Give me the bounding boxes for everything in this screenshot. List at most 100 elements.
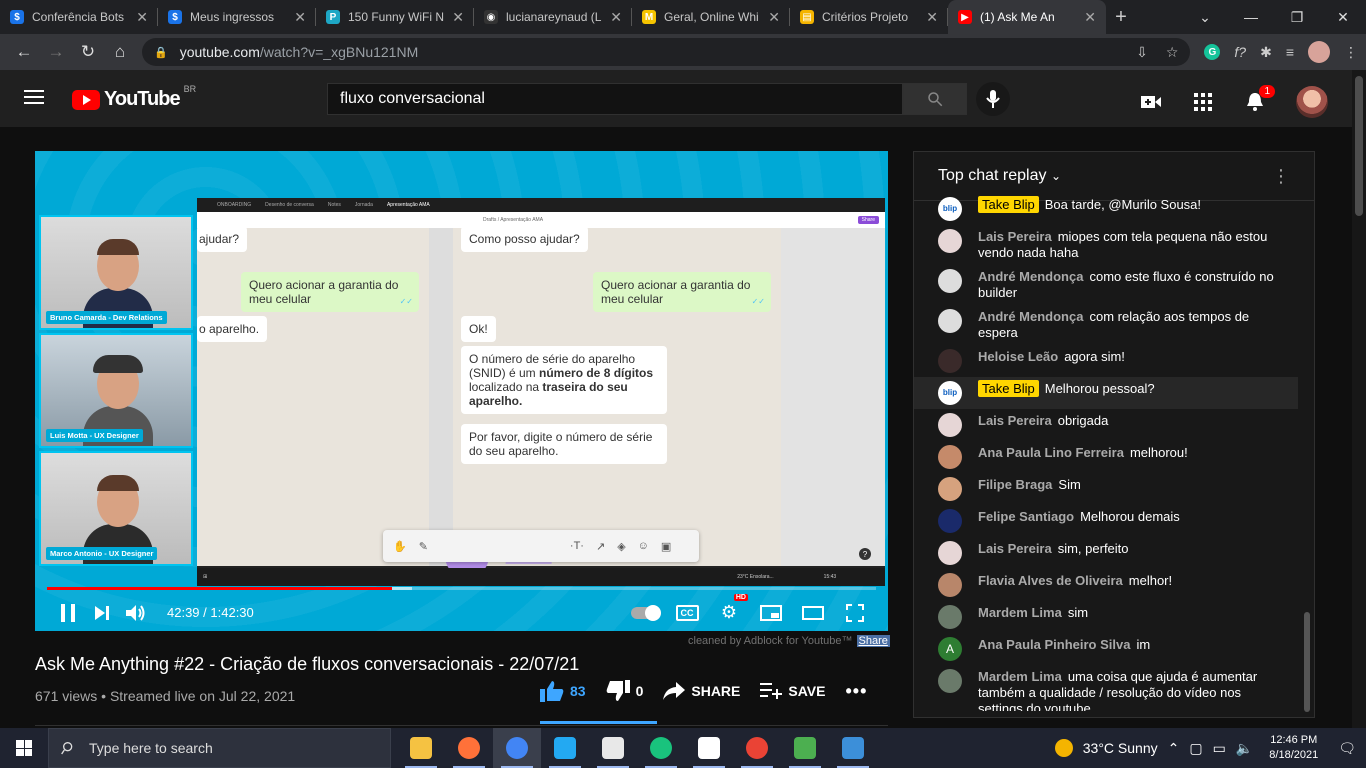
home-button[interactable]: ⌂ bbox=[104, 36, 136, 68]
taskbar-app-notion[interactable] bbox=[685, 728, 733, 768]
chat-message[interactable]: Lais Pereira miopes com tela pequena não … bbox=[914, 225, 1298, 265]
adblock-share-link[interactable]: Share bbox=[856, 635, 890, 647]
chat-scrollbar[interactable] bbox=[1304, 612, 1310, 712]
progress-bar[interactable] bbox=[47, 587, 876, 590]
minimize-button[interactable]: — bbox=[1228, 0, 1274, 34]
browser-tab[interactable]: P 150 Funny WiFi N ✕ bbox=[316, 0, 474, 34]
dislike-button[interactable]: 0 bbox=[606, 680, 643, 702]
browser-tab[interactable]: ▤ Critérios Projeto ✕ bbox=[790, 0, 948, 34]
notification-center-icon[interactable]: 🗨 bbox=[1338, 740, 1356, 757]
formula-ext-icon[interactable]: f? bbox=[1234, 44, 1246, 60]
more-actions-icon[interactable]: ••• bbox=[845, 681, 867, 702]
create-video-icon[interactable] bbox=[1140, 91, 1162, 113]
reload-button[interactable]: ↻ bbox=[72, 36, 104, 68]
tab-search-icon[interactable]: ⌄ bbox=[1182, 0, 1228, 34]
chat-message[interactable]: Flavia Alves de Oliveira melhor! bbox=[914, 569, 1298, 601]
extensions-puzzle-icon[interactable]: ✱ bbox=[1260, 44, 1272, 61]
tab-close-icon[interactable]: ✕ bbox=[294, 9, 306, 26]
chat-author-name[interactable]: Lais Pereira bbox=[978, 541, 1052, 556]
start-button[interactable] bbox=[0, 728, 48, 768]
forward-button[interactable]: → bbox=[40, 36, 72, 68]
chat-message[interactable]: Felipe Santiago Melhorou demais bbox=[914, 505, 1298, 537]
lock-icon[interactable]: 🔒 bbox=[154, 46, 168, 59]
miniplayer-button[interactable] bbox=[754, 596, 788, 630]
chat-author-name[interactable]: Mardem Lima bbox=[978, 669, 1062, 684]
chat-owner-badge[interactable]: Take Blip bbox=[978, 196, 1039, 213]
chat-author-avatar[interactable] bbox=[938, 445, 962, 469]
chat-author-avatar[interactable] bbox=[938, 349, 962, 373]
page-scroll-thumb[interactable] bbox=[1355, 76, 1363, 216]
taskbar-app-chrome-profile[interactable] bbox=[733, 728, 781, 768]
tab-close-icon[interactable]: ✕ bbox=[610, 9, 622, 26]
tray-clock[interactable]: 12:46 PM 8/18/2021 bbox=[1269, 733, 1318, 763]
share-button[interactable]: SHARE bbox=[663, 682, 740, 700]
fullscreen-button[interactable] bbox=[838, 596, 872, 630]
search-button[interactable] bbox=[903, 83, 967, 115]
chat-author-avatar[interactable] bbox=[938, 573, 962, 597]
tab-close-icon[interactable]: ✕ bbox=[452, 9, 464, 26]
settings-button[interactable]: ⚙ HD bbox=[712, 593, 748, 630]
chat-author-name[interactable]: Lais Pereira bbox=[978, 229, 1052, 244]
chat-message[interactable]: blip Take Blip Melhorou pessoal? bbox=[914, 377, 1298, 409]
grammarly-icon[interactable]: G bbox=[1204, 44, 1221, 60]
voice-search-button[interactable] bbox=[976, 82, 1010, 116]
volume-button[interactable] bbox=[119, 596, 153, 630]
new-tab-button[interactable]: + bbox=[1106, 0, 1136, 34]
menu-hamburger-icon[interactable] bbox=[24, 90, 44, 108]
chat-author-avatar[interactable] bbox=[938, 309, 962, 333]
like-button[interactable]: 83 bbox=[540, 680, 586, 702]
taskbar-app-paint[interactable] bbox=[589, 728, 637, 768]
chat-message[interactable]: Mardem Lima uma coisa que ajuda é aumenta… bbox=[914, 665, 1298, 711]
close-window-button[interactable]: ✕ bbox=[1320, 0, 1366, 34]
taskbar-app-chrome[interactable] bbox=[493, 728, 541, 768]
taskbar-app-file-explorer[interactable] bbox=[397, 728, 445, 768]
tab-close-icon[interactable]: ✕ bbox=[926, 9, 938, 26]
profile-avatar[interactable] bbox=[1308, 41, 1330, 63]
taskbar-app-firefox[interactable] bbox=[445, 728, 493, 768]
browser-tab[interactable]: $ Conferência Bots ✕ bbox=[0, 0, 158, 34]
browser-tab[interactable]: ◉ lucianareynaud (L ✕ bbox=[474, 0, 632, 34]
taskbar-app-vscode[interactable] bbox=[541, 728, 589, 768]
restore-button[interactable]: ❐ bbox=[1274, 0, 1320, 34]
theater-mode-button[interactable] bbox=[796, 596, 830, 630]
volume-tray-icon[interactable]: 🔈 bbox=[1236, 740, 1253, 757]
chat-author-avatar[interactable] bbox=[938, 269, 962, 293]
chat-author-avatar[interactable]: A bbox=[938, 637, 962, 661]
chat-message[interactable]: blip Take Blip Boa tarde, @Murilo Sousa! bbox=[914, 193, 1298, 225]
chrome-menu-icon[interactable]: ⋮ bbox=[1344, 44, 1358, 61]
chat-author-name[interactable]: Ana Paula Pinheiro Silva bbox=[978, 637, 1130, 652]
chat-author-name[interactable]: André Mendonça bbox=[978, 309, 1083, 324]
chat-author-name[interactable]: Lais Pereira bbox=[978, 413, 1052, 428]
chat-author-name[interactable]: André Mendonça bbox=[978, 269, 1083, 284]
save-button[interactable]: SAVE bbox=[760, 683, 825, 699]
youtube-logo[interactable]: YouTube BR bbox=[72, 84, 196, 111]
page-scrollbar[interactable] bbox=[1352, 70, 1366, 730]
media-control-icon[interactable]: ≡ bbox=[1286, 44, 1294, 60]
chat-author-name[interactable]: Filipe Braga bbox=[978, 477, 1052, 492]
chat-author-avatar[interactable]: blip bbox=[938, 197, 962, 221]
chat-menu-icon[interactable]: ⋮ bbox=[1272, 166, 1290, 187]
chat-author-avatar[interactable] bbox=[938, 541, 962, 565]
chat-author-avatar[interactable] bbox=[938, 605, 962, 629]
chat-author-avatar[interactable] bbox=[938, 669, 962, 693]
taskbar-search[interactable]: Type here to search bbox=[48, 728, 391, 768]
chat-author-avatar[interactable] bbox=[938, 413, 962, 437]
tray-weather[interactable]: 33°C Sunny bbox=[1083, 740, 1158, 756]
browser-tab[interactable]: ▶ (1) Ask Me An ✕ bbox=[948, 0, 1106, 34]
chat-author-name[interactable]: Ana Paula Lino Ferreira bbox=[978, 445, 1124, 460]
bookmark-star-icon[interactable]: ☆ bbox=[1166, 44, 1179, 61]
chat-author-avatar[interactable] bbox=[938, 229, 962, 253]
search-input[interactable] bbox=[327, 83, 903, 115]
tray-meet-icon[interactable]: ▢ bbox=[1189, 740, 1202, 757]
omnibox[interactable]: 🔒 youtube.com/watch?v=_xgBNu121NM ⇩ ☆ bbox=[142, 38, 1191, 66]
taskbar-app-photos[interactable] bbox=[829, 728, 877, 768]
apps-grid-icon[interactable] bbox=[1192, 91, 1214, 113]
notifications-bell-icon[interactable]: 1 bbox=[1244, 85, 1275, 113]
battery-icon[interactable]: ▭ bbox=[1213, 740, 1226, 757]
chat-author-avatar[interactable] bbox=[938, 509, 962, 533]
taskbar-app-chatgpt[interactable] bbox=[637, 728, 685, 768]
autoplay-toggle[interactable] bbox=[628, 596, 662, 630]
pause-button[interactable] bbox=[51, 596, 85, 630]
browser-tab[interactable]: M Geral, Online Whi ✕ bbox=[632, 0, 790, 34]
chat-mode-dropdown[interactable]: Top chat replay ⌄ bbox=[938, 167, 1061, 185]
